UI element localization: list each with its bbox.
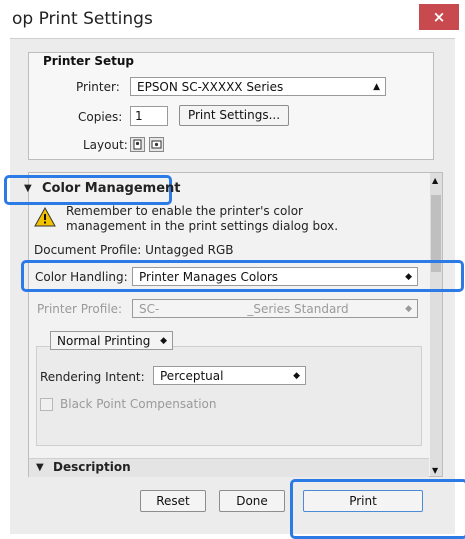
scroll-up-icon[interactable]: ▲ <box>432 176 438 185</box>
reset-button[interactable]: Reset <box>140 490 206 512</box>
layout-landscape-icon[interactable] <box>149 137 164 152</box>
printer-profile-value: SC- <box>139 302 160 316</box>
printing-mode-select[interactable]: Normal Printing ◆ <box>50 331 173 350</box>
chevron-updown-icon: ◆ <box>405 272 412 282</box>
chevron-updown-icon: ◆ <box>293 371 300 381</box>
printer-label: Printer: <box>76 80 120 94</box>
printing-mode-value: Normal Printing <box>57 334 151 348</box>
chevron-updown-icon: ◆ <box>405 304 412 314</box>
printer-setup-title: Printer Setup <box>43 54 134 68</box>
printer-select-value: EPSON SC-XXXXX Series <box>137 80 284 94</box>
copies-label: Copies: <box>78 110 123 124</box>
chevron-updown-icon: ▲ <box>373 82 380 92</box>
warning-line-2: management in the print settings dialog … <box>66 219 339 233</box>
copies-field[interactable]: 1 <box>130 106 168 126</box>
color-handling-label: Color Handling: <box>35 270 128 284</box>
color-management-title[interactable]: Color Management <box>42 181 181 196</box>
layout-label: Layout: <box>83 138 128 152</box>
color-handling-select[interactable]: Printer Manages Colors ◆ <box>132 267 418 286</box>
print-button-highlight <box>290 479 465 539</box>
rendering-intent-label: Rendering Intent: <box>40 370 145 384</box>
rendering-intent-value: Perceptual <box>160 369 224 383</box>
printer-select[interactable]: EPSON SC-XXXXX Series ▲ <box>130 77 386 96</box>
printing-options-group <box>36 346 422 446</box>
description-title[interactable]: Description <box>53 460 131 474</box>
printer-profile-suffix: _Series Standard <box>247 302 349 316</box>
done-button[interactable]: Done <box>219 490 285 512</box>
color-handling-value: Printer Manages Colors <box>139 270 279 284</box>
print-settings-button[interactable]: Print Settings... <box>179 105 289 126</box>
close-icon[interactable]: × <box>419 4 459 30</box>
layout-portrait-icon[interactable] <box>130 137 145 152</box>
warning-icon <box>34 207 56 227</box>
printer-profile-select: SC- _Series Standard ◆ <box>132 299 418 318</box>
document-profile: Document Profile: Untagged RGB <box>34 243 234 257</box>
rendering-intent-select[interactable]: Perceptual ◆ <box>153 366 306 385</box>
black-point-label: Black Point Compensation <box>60 397 217 411</box>
expand-triangle-icon[interactable]: ▼ <box>24 183 32 194</box>
printer-profile-label: Printer Profile: <box>37 302 123 316</box>
window-title: op Print Settings <box>12 9 153 29</box>
black-point-checkbox[interactable] <box>40 398 53 411</box>
expand-triangle-icon[interactable]: ▼ <box>36 462 44 473</box>
warning-line-1: Remember to enable the printer's color <box>66 204 303 218</box>
title-bar: op Print Settings × <box>0 0 465 38</box>
chevron-updown-icon: ◆ <box>160 336 167 346</box>
scroll-down-icon[interactable]: ▼ <box>432 466 438 475</box>
